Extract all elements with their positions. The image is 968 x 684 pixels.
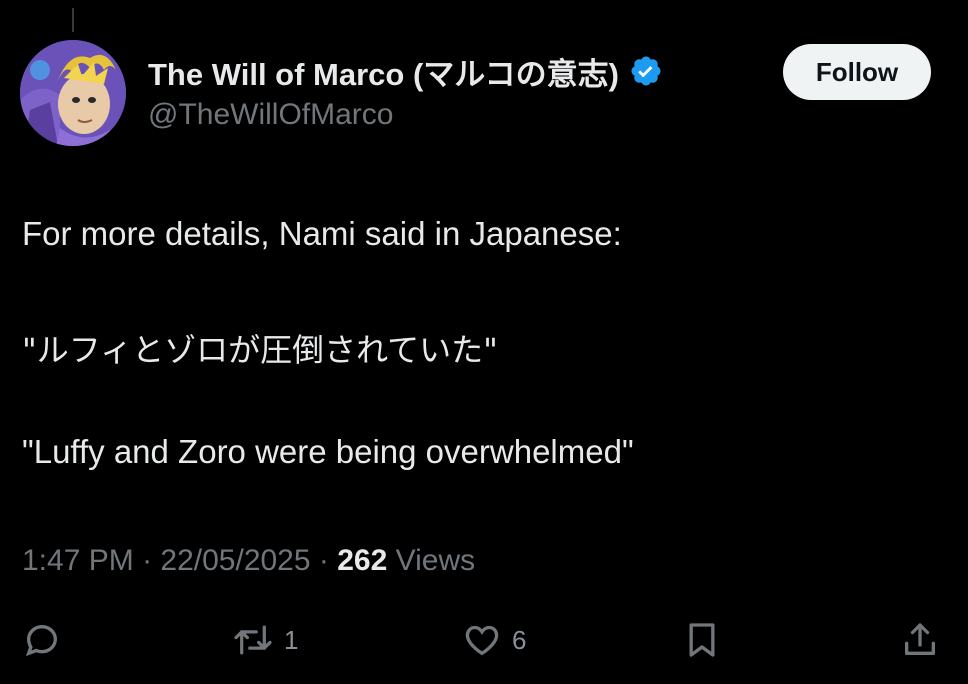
views-count[interactable]: 262 (337, 544, 387, 577)
retweet-button[interactable]: 1 (232, 612, 298, 668)
retweet-icon (232, 620, 274, 660)
tweet-actions-bar: 1 6 (0, 612, 968, 668)
display-name[interactable]: The Will of Marco (マルコの意志) (148, 49, 619, 94)
bookmark-icon (682, 620, 722, 660)
thread-connector-line (72, 8, 74, 32)
like-count: 6 (512, 624, 527, 655)
share-button[interactable] (900, 612, 940, 668)
avatar[interactable] (20, 40, 126, 146)
tweet-text-line-1: For more details, Nami said in Japanese: (22, 215, 622, 252)
retweet-count: 1 (284, 624, 299, 655)
views-label: Views (387, 544, 476, 577)
meta-separator: · (310, 544, 338, 577)
follow-button[interactable]: Follow (783, 44, 931, 100)
tweet-meta: 1:47 PM · 22/05/2025 · 262 Views (22, 542, 475, 580)
reply-button[interactable] (22, 612, 62, 668)
meta-separator: · (133, 544, 161, 577)
tweet-text-line-2: "ルフィとゾロが圧倒されていた" (22, 331, 498, 369)
avatar-image (20, 40, 126, 146)
verified-badge-icon (629, 54, 663, 88)
like-button[interactable]: 6 (462, 612, 526, 668)
bookmark-button[interactable] (682, 612, 722, 668)
tweet-date[interactable]: 22/05/2025 (160, 544, 310, 577)
reply-icon (22, 620, 62, 660)
author-name-row[interactable]: The Will of Marco (マルコの意志) (148, 50, 663, 92)
share-icon (900, 620, 940, 660)
tweet-time[interactable]: 1:47 PM (22, 544, 134, 577)
tweet-text-line-3: "Luffy and Zoro were being overwhelmed" (22, 433, 634, 470)
heart-icon (462, 620, 502, 660)
author-handle[interactable]: @TheWillOfMarco (148, 98, 393, 132)
